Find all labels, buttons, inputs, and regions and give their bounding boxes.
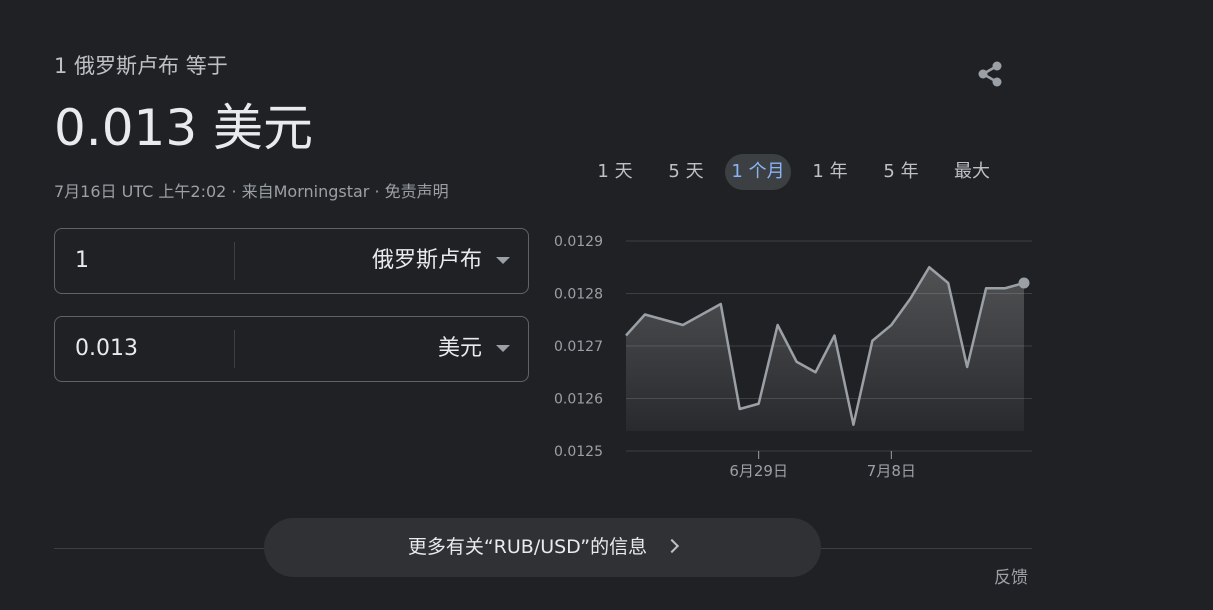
divider-left [54,548,264,549]
y-tick-label: 0.0129 [554,234,603,250]
divider [234,330,235,368]
rate-chart[interactable]: 0.0129 0.0128 0.0127 0.0126 0.0125 6月29日 7月8日 [548,225,1048,485]
chart-svg: 0.0129 0.0128 0.0127 0.0126 0.0125 6月29日 7月8日 [554,234,1032,480]
y-tick-label: 0.0127 [554,339,603,355]
to-currency-row: 0.013 美元 [54,316,529,382]
tab-5-days[interactable]: 5 天 [654,154,718,190]
x-tick-label: 6月29日 [729,462,788,480]
from-amount-input[interactable]: 1 [75,229,225,293]
share-icon[interactable] [970,55,1010,95]
to-currency-select[interactable]: 美元 [242,317,482,381]
y-tick-label: 0.0126 [554,392,603,408]
feedback-link[interactable]: 反馈 [994,563,1028,588]
x-tick-label: 7月8日 [867,462,916,480]
divider-right [821,548,1032,549]
from-currency-row: 1 俄罗斯卢布 [54,228,529,294]
y-tick-label: 0.0125 [554,444,603,460]
caret-down-icon[interactable] [496,345,510,352]
from-currency-select[interactable]: 俄罗斯卢布 [242,229,482,293]
tab-1-month[interactable]: 1 个月 [725,154,791,190]
tab-1-day[interactable]: 1 天 [583,154,647,190]
caret-down-icon[interactable] [496,257,510,264]
chevron-right-icon [665,538,680,554]
tab-1-year[interactable]: 1 年 [798,154,862,190]
range-tabs: 1 天 5 天 1 个月 1 年 5 年 最大 [583,154,1033,190]
divider [234,242,235,280]
header-subtitle: 1 俄罗斯卢布 等于 [54,54,228,78]
more-info-label: 更多有关“RUB/USD”的信息 [407,536,648,558]
y-tick-label: 0.0128 [554,287,603,303]
tab-5-years[interactable]: 5 年 [869,154,933,190]
to-amount-input[interactable]: 0.013 [75,317,225,381]
tab-max[interactable]: 最大 [940,154,1004,190]
last-point-marker [1018,277,1030,289]
converted-value: 0.013 美元 [54,99,314,157]
more-info-button[interactable]: 更多有关“RUB/USD”的信息 [264,518,821,577]
meta-info: 7月16日 UTC 上午2:02 · 来自Morningstar · 免责声明 [54,182,449,201]
